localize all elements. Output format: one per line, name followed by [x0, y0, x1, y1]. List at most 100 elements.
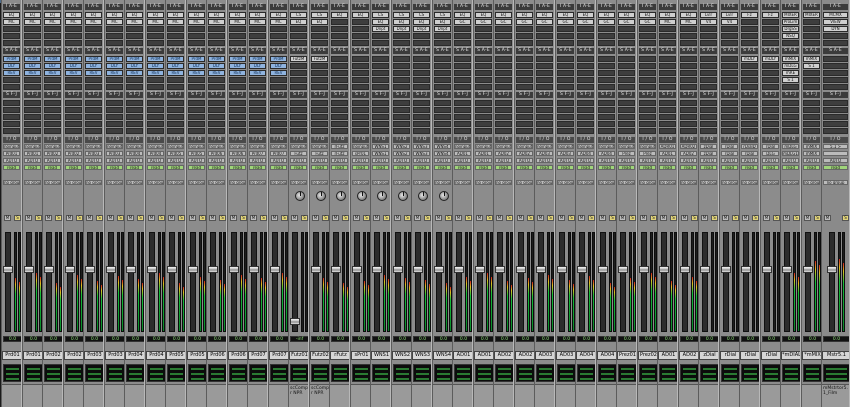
fader-cap[interactable]	[535, 266, 546, 273]
input-selector[interactable]: noinput	[85, 144, 102, 149]
send-slot[interactable]	[393, 114, 410, 120]
output-selector[interactable]: WNS2	[393, 151, 410, 156]
send-slot[interactable]	[372, 70, 389, 76]
send-slot[interactable]	[659, 128, 676, 134]
insert-slot[interactable]: GC	[598, 19, 615, 25]
send-slot[interactable]: PrdM	[24, 56, 41, 62]
fader-cap[interactable]	[679, 266, 690, 273]
insert-slot[interactable]	[557, 40, 574, 46]
insert-slot[interactable]: EQ	[24, 12, 41, 18]
mute-button[interactable]: M	[804, 215, 811, 221]
automation-mode-select[interactable]: read	[413, 165, 430, 170]
input-selector[interactable]: noinput	[495, 144, 512, 149]
track-name[interactable]: Prd04	[125, 351, 144, 360]
mute-button[interactable]: M	[701, 215, 708, 221]
mute-button[interactable]: M	[742, 215, 749, 221]
solo-button[interactable]: S	[814, 215, 821, 221]
send-slot[interactable]	[721, 70, 738, 76]
automation-mode-select[interactable]: read	[700, 165, 717, 170]
insert-slot[interactable]	[618, 33, 635, 39]
insert-slot[interactable]	[680, 26, 697, 32]
group-selector[interactable]: no group	[823, 180, 848, 185]
track-name[interactable]: AD04	[576, 351, 595, 360]
insert-slot[interactable]	[536, 40, 553, 46]
input-selector[interactable]: noinput	[311, 144, 328, 149]
output-selector[interactable]: WNS3	[413, 151, 430, 156]
output-selector[interactable]: AD01	[454, 151, 471, 156]
send-slot[interactable]	[229, 114, 246, 120]
send-slot[interactable]: DLY	[167, 63, 184, 69]
insert-slot[interactable]	[393, 40, 410, 46]
send-slot[interactable]	[270, 121, 287, 127]
send-slot[interactable]	[208, 100, 225, 106]
send-slot[interactable]	[721, 63, 738, 69]
solo-button[interactable]: S	[527, 215, 534, 221]
send-slot[interactable]	[598, 56, 615, 62]
fader-track[interactable]	[722, 232, 729, 332]
send-slot[interactable]: DLY	[249, 63, 266, 69]
output-selector[interactable]: Prd05	[167, 151, 184, 156]
pan-knob[interactable]	[397, 191, 408, 201]
send-slot[interactable]	[413, 77, 430, 83]
send-slot[interactable]: REV	[229, 70, 246, 76]
insert-slot[interactable]	[762, 26, 779, 32]
insert-slot[interactable]	[311, 33, 328, 39]
track-comment[interactable]	[699, 384, 718, 407]
track-name[interactable]: Prd02	[43, 351, 62, 360]
send-slot[interactable]	[106, 77, 123, 83]
insert-slot[interactable]	[659, 33, 676, 39]
insert-slot[interactable]	[126, 26, 143, 32]
send-slot[interactable]	[577, 77, 594, 83]
track-comment[interactable]	[269, 384, 288, 407]
group-selector[interactable]: no group	[147, 180, 164, 185]
fader-track[interactable]	[435, 232, 442, 332]
group-selector[interactable]: no group	[803, 180, 820, 185]
send-slot[interactable]	[413, 107, 430, 113]
send-slot[interactable]	[85, 107, 102, 113]
output-selector[interactable]: AD04	[577, 151, 594, 156]
send-slot[interactable]	[639, 84, 656, 90]
send-slot[interactable]	[208, 121, 225, 127]
insert-slot[interactable]: EQ	[454, 12, 471, 18]
insert-slot[interactable]	[372, 40, 389, 46]
send-slot[interactable]	[557, 63, 574, 69]
insert-slot[interactable]: MC	[188, 19, 205, 25]
mute-button[interactable]: M	[496, 215, 503, 221]
mute-button[interactable]: M	[127, 215, 134, 221]
track-comment[interactable]	[125, 384, 144, 407]
input-selector[interactable]: noinput	[270, 144, 287, 149]
send-slot[interactable]	[680, 77, 697, 83]
automation-mode-select[interactable]: read	[782, 165, 799, 170]
send-slot[interactable]	[393, 63, 410, 69]
mute-button[interactable]: M	[168, 215, 175, 221]
mute-button[interactable]: M	[312, 215, 319, 221]
pan-knob[interactable]	[438, 191, 449, 201]
insert-slot[interactable]: EQ	[229, 12, 246, 18]
fader-track[interactable]	[107, 232, 114, 332]
group-selector[interactable]: no group	[24, 180, 41, 185]
send-slot[interactable]	[352, 77, 369, 83]
fader-track[interactable]	[496, 232, 503, 332]
mute-button[interactable]: M	[353, 215, 360, 221]
group-selector[interactable]: no group	[167, 180, 184, 185]
send-slot[interactable]	[618, 114, 635, 120]
fader-cap[interactable]	[43, 266, 54, 273]
solo-button[interactable]: S	[96, 215, 103, 221]
output-selector[interactable]: AD02	[516, 151, 533, 156]
insert-slot[interactable]: MC	[24, 19, 41, 25]
send-slot[interactable]	[24, 77, 41, 83]
mute-button[interactable]: M	[537, 215, 544, 221]
fader-cap[interactable]	[576, 266, 587, 273]
send-slot[interactable]	[577, 107, 594, 113]
track-name[interactable]: Prd01	[2, 351, 21, 360]
send-slot[interactable]	[126, 100, 143, 106]
send-slot[interactable]	[106, 107, 123, 113]
insert-slot[interactable]	[454, 26, 471, 32]
send-slot[interactable]	[577, 100, 594, 106]
insert-slot[interactable]: NSQ	[782, 33, 799, 39]
fader-cap[interactable]	[330, 266, 341, 273]
send-slot[interactable]	[495, 63, 512, 69]
solo-button[interactable]: S	[363, 215, 370, 221]
insert-slot[interactable]: EQ	[311, 19, 328, 25]
fader-track[interactable]	[250, 232, 257, 332]
